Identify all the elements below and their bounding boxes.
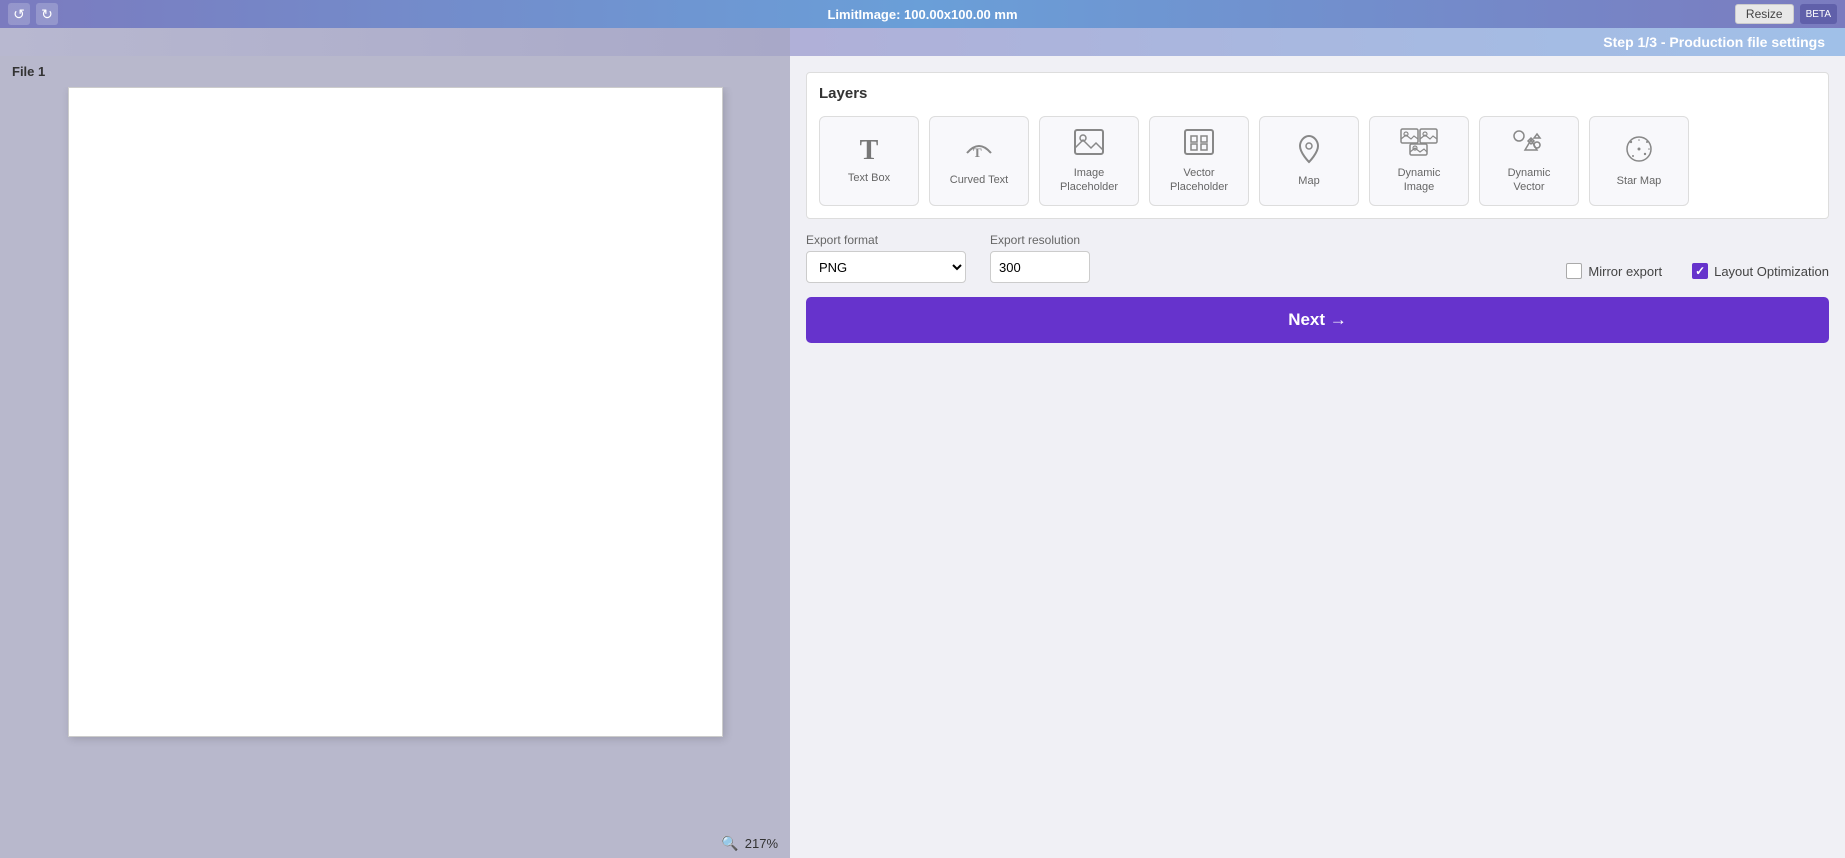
layers-title: Layers (819, 85, 1816, 102)
layers-section: Layers T Text Box T Curved Text (806, 72, 1829, 219)
beta-button[interactable]: BETA (1800, 4, 1837, 24)
layer-item-vector-placeholder[interactable]: VectorPlaceholder (1149, 116, 1249, 206)
layer-item-dynamic-vector[interactable]: DynamicVector (1479, 116, 1579, 206)
dynamic-image-icon (1400, 128, 1438, 160)
options-row: Mirror export Layout Optimization (1566, 263, 1829, 283)
text-box-label: Text Box (848, 171, 890, 185)
resize-button[interactable]: Resize (1735, 4, 1794, 24)
star-map-icon (1623, 134, 1655, 168)
top-bar: ↺ ↻ LimitImage: 100.00x100.00 mm Resize … (0, 0, 1845, 28)
layer-item-curved-text[interactable]: T Curved Text (929, 116, 1029, 206)
next-button[interactable]: Next → (806, 297, 1829, 343)
canvas-container (0, 87, 790, 828)
redo-button[interactable]: ↻ (36, 3, 58, 25)
undo-button[interactable]: ↺ (8, 3, 30, 25)
curved-text-label: Curved Text (950, 173, 1009, 187)
top-bar-left: ↺ ↻ (8, 3, 58, 25)
dynamic-vector-label: DynamicVector (1508, 166, 1551, 195)
map-label: Map (1298, 174, 1319, 188)
layout-optimization-label: Layout Optimization (1714, 264, 1829, 279)
layout-optimization-checkbox[interactable] (1692, 263, 1708, 279)
vector-placeholder-icon (1183, 128, 1215, 160)
right-panel: Layers T Text Box T Curved Text (790, 56, 1845, 858)
image-placeholder-label: ImagePlaceholder (1060, 166, 1118, 195)
text-box-icon: T (860, 137, 879, 165)
export-resolution-input[interactable] (990, 251, 1090, 283)
canvas-white (68, 87, 723, 737)
zoom-level: 217% (745, 836, 778, 851)
layout-optimization-group: Layout Optimization (1692, 263, 1829, 279)
layer-item-map[interactable]: Map (1259, 116, 1359, 206)
star-map-label: Star Map (1617, 174, 1662, 188)
layer-item-text-box[interactable]: T Text Box (819, 116, 919, 206)
layer-item-star-map[interactable]: Star Map (1589, 116, 1689, 206)
mirror-export-label: Mirror export (1588, 264, 1662, 279)
export-resolution-group: Export resolution (990, 233, 1090, 283)
top-bar-right: Resize BETA (1735, 4, 1837, 24)
layer-item-image-placeholder[interactable]: ImagePlaceholder (1039, 116, 1139, 206)
export-format-select[interactable]: PNG PDF SVG JPG (806, 251, 966, 283)
dynamic-image-label: DynamicImage (1398, 166, 1441, 195)
export-format-group: Export format PNG PDF SVG JPG (806, 233, 966, 283)
mirror-export-checkbox[interactable] (1566, 263, 1582, 279)
mirror-export-group: Mirror export (1566, 263, 1662, 279)
vector-placeholder-label: VectorPlaceholder (1170, 166, 1228, 195)
dynamic-vector-icon (1511, 128, 1547, 160)
limit-image-label: LimitImage: 100.00x100.00 mm (827, 7, 1017, 22)
export-settings-row: Export format PNG PDF SVG JPG Export res… (806, 233, 1829, 283)
svg-text:T: T (973, 145, 982, 160)
layer-item-dynamic-image[interactable]: DynamicImage (1369, 116, 1469, 206)
image-placeholder-icon (1073, 128, 1105, 160)
canvas-bottom: 🔍 217% (0, 828, 790, 858)
export-format-label: Export format (806, 233, 966, 247)
curved-text-icon: T (963, 135, 995, 167)
layer-grid: T Text Box T Curved Text (819, 116, 1816, 206)
step-title: Step 1/3 - Production file settings (1603, 34, 1825, 50)
file-label: File 1 (0, 56, 790, 87)
export-resolution-label: Export resolution (990, 233, 1090, 247)
map-icon (1295, 134, 1323, 168)
main-content: File 1 🔍 217% Layers T Text Box (0, 56, 1845, 858)
canvas-area: File 1 🔍 217% (0, 56, 790, 858)
zoom-icon: 🔍 (721, 835, 738, 852)
step-header: Step 1/3 - Production file settings (790, 28, 1845, 56)
